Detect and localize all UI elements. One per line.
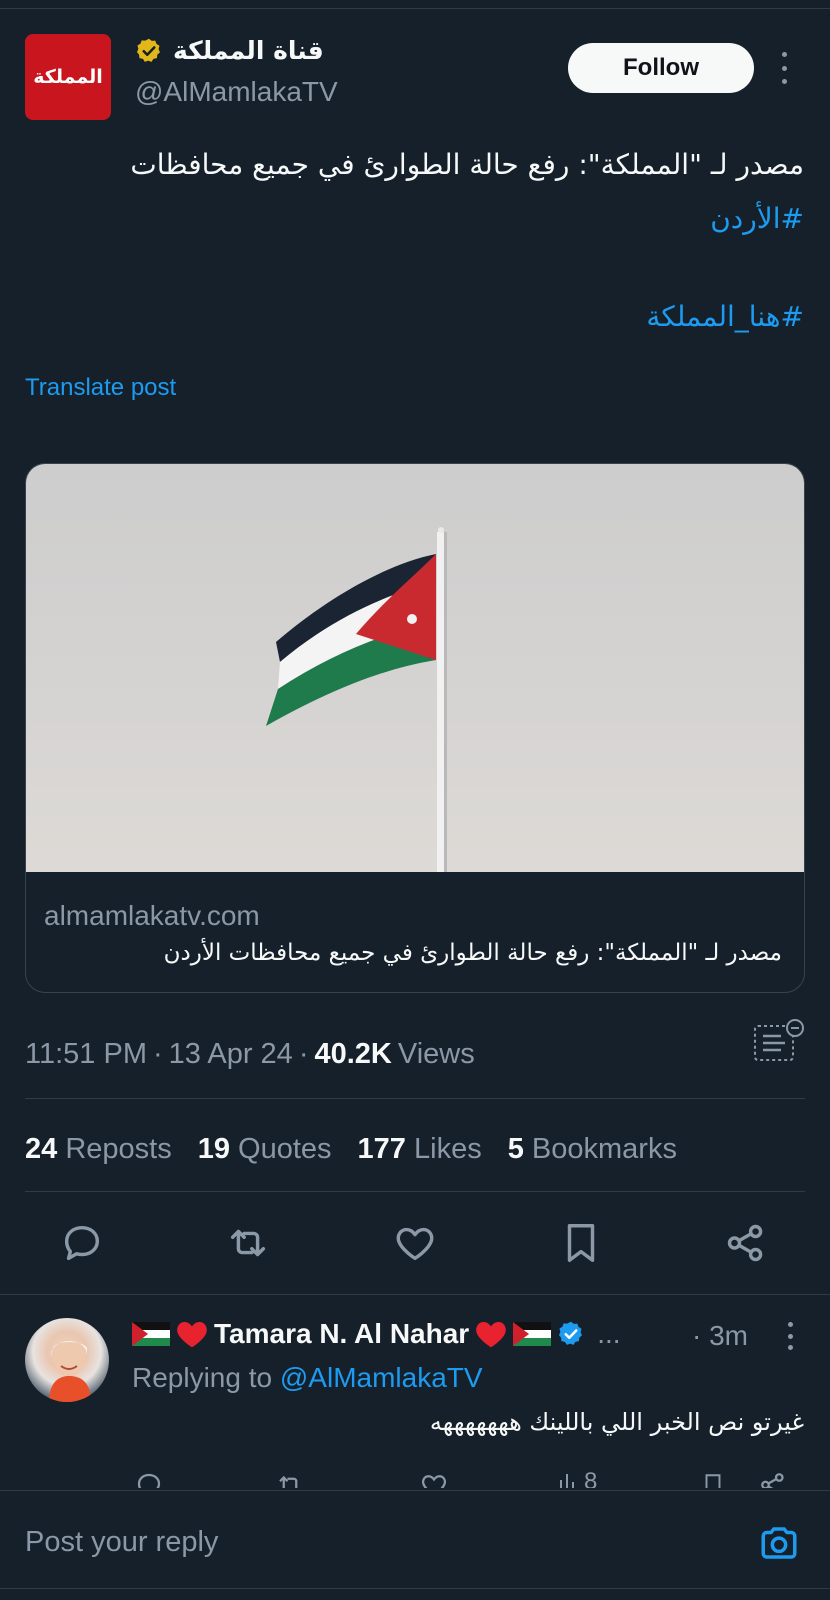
heart-emoji <box>476 1322 507 1348</box>
reply-views-count: 8 <box>584 1468 598 1488</box>
card-domain: almamlakatv.com <box>44 900 260 931</box>
author-name-row[interactable]: قناة المملكة <box>135 36 324 65</box>
post-text-line: مصدر لـ "المملكة": رفع حالة الطوارئ في ج… <box>130 148 804 181</box>
name-ellipsis: ... <box>597 1318 621 1349</box>
author-avatar[interactable]: المملكة <box>25 34 111 120</box>
analytics-icon[interactable] <box>752 1018 806 1064</box>
reply-avatar[interactable] <box>25 1318 109 1402</box>
reply-text: غيرتو نص الخبر اللي باللينك هههههههه <box>429 1408 804 1436</box>
author-handle[interactable]: @AlMamlakaTV <box>135 76 338 108</box>
verified-gold-icon <box>136 38 160 62</box>
post-text: مصدر لـ "المملكة": رفع حالة الطوارئ في ج… <box>24 138 804 246</box>
reply-author-name: Tamara N. Al Nahar <box>214 1318 470 1349</box>
divider <box>25 1098 805 1099</box>
action-bar <box>0 1220 830 1270</box>
views-icon[interactable] <box>558 1470 580 1488</box>
replying-prefix: Replying to <box>132 1362 273 1393</box>
more-icon[interactable] <box>786 1322 794 1350</box>
verified-blue-icon <box>559 1321 583 1345</box>
divider <box>25 1191 805 1192</box>
logo-text: المملكة <box>33 66 103 88</box>
card-image <box>26 464 804 872</box>
reply-action-bar: 8 <box>0 1464 830 1488</box>
reposts-stat[interactable]: 24 Reposts <box>25 1133 172 1166</box>
reply-input[interactable]: Post your reply <box>25 1526 218 1559</box>
reply-time-row: · 3m <box>692 1320 749 1351</box>
post-date: 13 Apr 24 <box>168 1038 293 1070</box>
more-icon[interactable] <box>778 52 790 84</box>
translate-post-link[interactable]: Translate post <box>25 374 176 402</box>
hashtag-huna-almamlaka[interactable]: #هنا_المملكة <box>646 300 804 333</box>
bookmarks-stat[interactable]: 5 Bookmarks <box>508 1133 677 1166</box>
repost-icon[interactable] <box>275 1470 305 1488</box>
follow-button[interactable]: Follow <box>568 43 754 93</box>
likes-stat[interactable]: 177 Likes <box>358 1133 482 1166</box>
bookmark-icon[interactable] <box>700 1470 726 1488</box>
hashtag-jordan[interactable]: #الأردن <box>24 192 804 246</box>
card-title: مصدر لـ "المملكة": رفع حالة الطوارئ في ج… <box>163 940 782 966</box>
post-time: 11:51 PM <box>25 1038 147 1070</box>
like-icon[interactable] <box>419 1470 449 1488</box>
reply-icon[interactable] <box>59 1220 105 1266</box>
link-card[interactable]: almamlakatv.com مصدر لـ "المملكة": رفع ح… <box>25 463 805 993</box>
jordan-flag-image <box>266 527 447 872</box>
bookmark-icon[interactable] <box>558 1220 604 1266</box>
like-icon[interactable] <box>392 1220 438 1266</box>
author-display-name: قناة المملكة <box>173 36 324 65</box>
reply-time: 3m <box>709 1320 749 1351</box>
views-label: Views <box>397 1038 475 1070</box>
share-icon[interactable] <box>723 1220 769 1266</box>
reply-icon[interactable] <box>134 1470 164 1488</box>
replying-handle-link[interactable]: @AlMamlakaTV <box>280 1362 483 1393</box>
reply-avatar-image <box>49 1339 91 1402</box>
top-divider <box>0 8 830 9</box>
bottom-divider <box>0 1588 830 1589</box>
replying-to: Replying to @AlMamlakaTV <box>132 1362 483 1394</box>
jordan-flag-emoji <box>132 1322 170 1346</box>
repost-icon[interactable] <box>225 1220 271 1266</box>
views-count: 40.2K <box>314 1038 392 1070</box>
quotes-stat[interactable]: 19 Quotes <box>198 1133 332 1166</box>
post-meta: 11:51 PM · 13 Apr 24 · 40.2K Views <box>25 1038 475 1070</box>
jordan-flag-emoji <box>513 1322 552 1346</box>
share-icon[interactable] <box>758 1470 788 1488</box>
reply-author-row[interactable]: Tamara N. Al Nahar ... <box>132 1318 621 1350</box>
post-stats: 24 Reposts 19 Quotes 177 Likes 5 Bookmar… <box>25 1133 677 1166</box>
divider <box>0 1294 830 1295</box>
heart-emoji <box>177 1322 207 1348</box>
camera-icon[interactable] <box>758 1522 800 1564</box>
